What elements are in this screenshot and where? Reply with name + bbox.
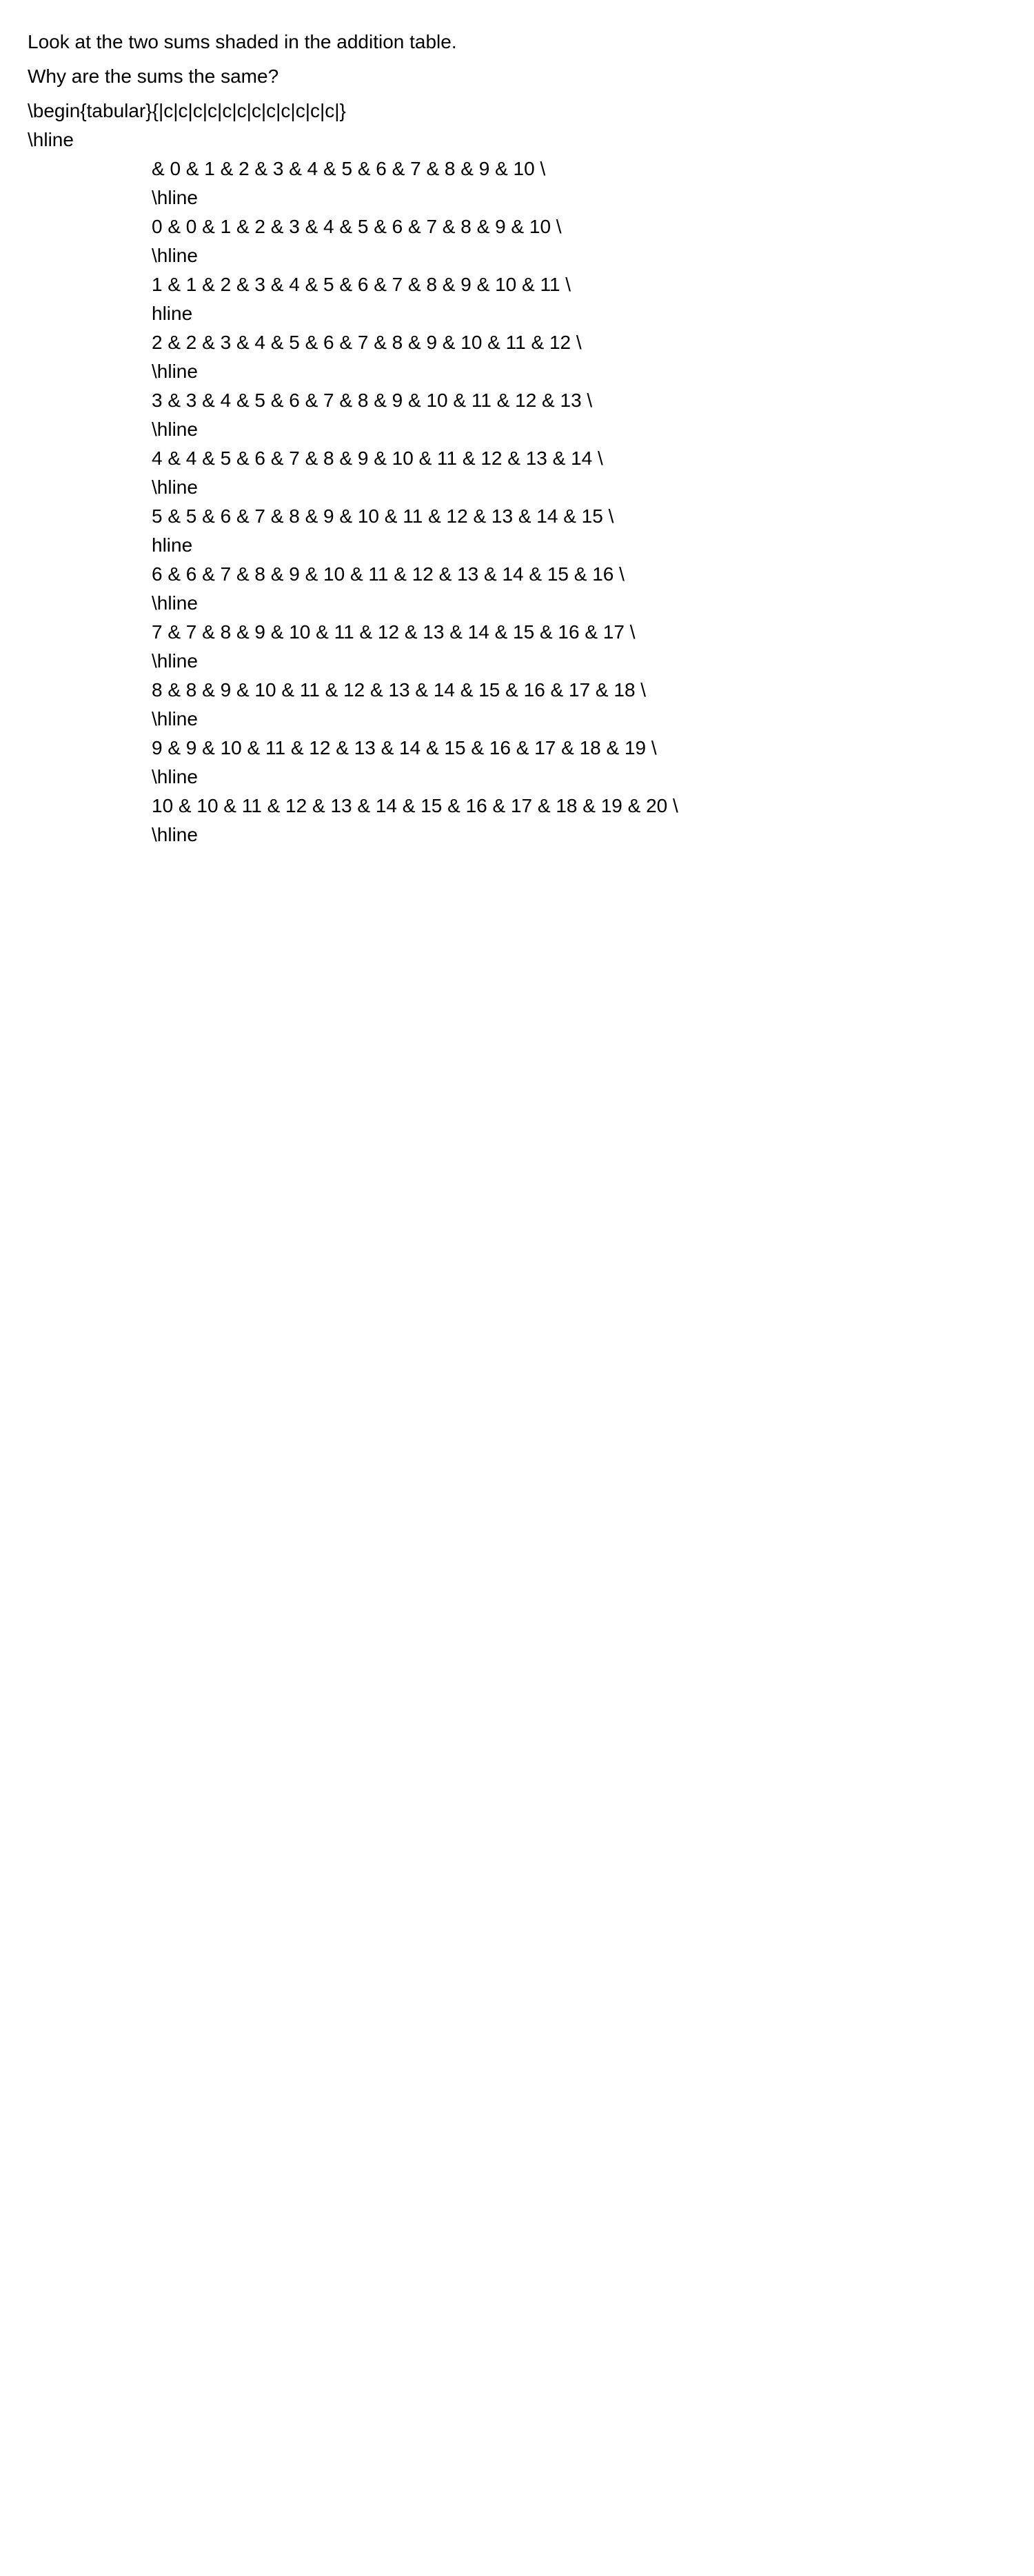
tabular-spec: \begin{tabular}{|c|c|c|c|c|c|c|c|c|c|c|c… — [28, 97, 1006, 125]
table-row: 6 & 6 & 7 & 8 & 9 & 10 & 11 & 12 & 13 & … — [28, 560, 1006, 589]
table-row: \hline — [28, 473, 1006, 502]
table-row: hline — [28, 531, 1006, 560]
table-row: 10 & 10 & 11 & 12 & 13 & 14 & 15 & 16 & … — [28, 792, 1006, 821]
table-row: \hline — [28, 647, 1006, 676]
document-content: Look at the two sums shaded in the addit… — [28, 28, 1006, 849]
table-row: \hline — [28, 705, 1006, 734]
table-row: \hline — [28, 357, 1006, 386]
table-row: 7 & 7 & 8 & 9 & 10 & 11 & 12 & 13 & 14 &… — [28, 618, 1006, 647]
table-row: hline — [28, 299, 1006, 328]
table-row: \hline — [28, 763, 1006, 792]
hline-lead: \hline — [28, 125, 1006, 154]
table-row: \hline — [28, 821, 1006, 849]
table-row: 4 & 4 & 5 & 6 & 7 & 8 & 9 & 10 & 11 & 12… — [28, 444, 1006, 473]
table-row: \hline — [28, 415, 1006, 444]
table-row: 0 & 0 & 1 & 2 & 3 & 4 & 5 & 6 & 7 & 8 & … — [28, 212, 1006, 241]
table-row: 5 & 5 & 6 & 7 & 8 & 9 & 10 & 11 & 12 & 1… — [28, 502, 1006, 531]
table-row: 9 & 9 & 10 & 11 & 12 & 13 & 14 & 15 & 16… — [28, 734, 1006, 763]
table-row: \hline — [28, 589, 1006, 618]
table-row: 1 & 1 & 2 & 3 & 4 & 5 & 6 & 7 & 8 & 9 & … — [28, 270, 1006, 299]
table-row: 8 & 8 & 9 & 10 & 11 & 12 & 13 & 14 & 15 … — [28, 676, 1006, 705]
table-row: 3 & 3 & 4 & 5 & 6 & 7 & 8 & 9 & 10 & 11 … — [28, 386, 1006, 415]
table-row: 2 & 2 & 3 & 4 & 5 & 6 & 7 & 8 & 9 & 10 &… — [28, 328, 1006, 357]
table-row: \hline — [28, 183, 1006, 212]
intro-line-2: Why are the sums the same? — [28, 62, 1006, 91]
table-row: \hline — [28, 241, 1006, 270]
table-row: & 0 & 1 & 2 & 3 & 4 & 5 & 6 & 7 & 8 & 9 … — [28, 154, 1006, 183]
intro-line-1: Look at the two sums shaded in the addit… — [28, 28, 1006, 57]
